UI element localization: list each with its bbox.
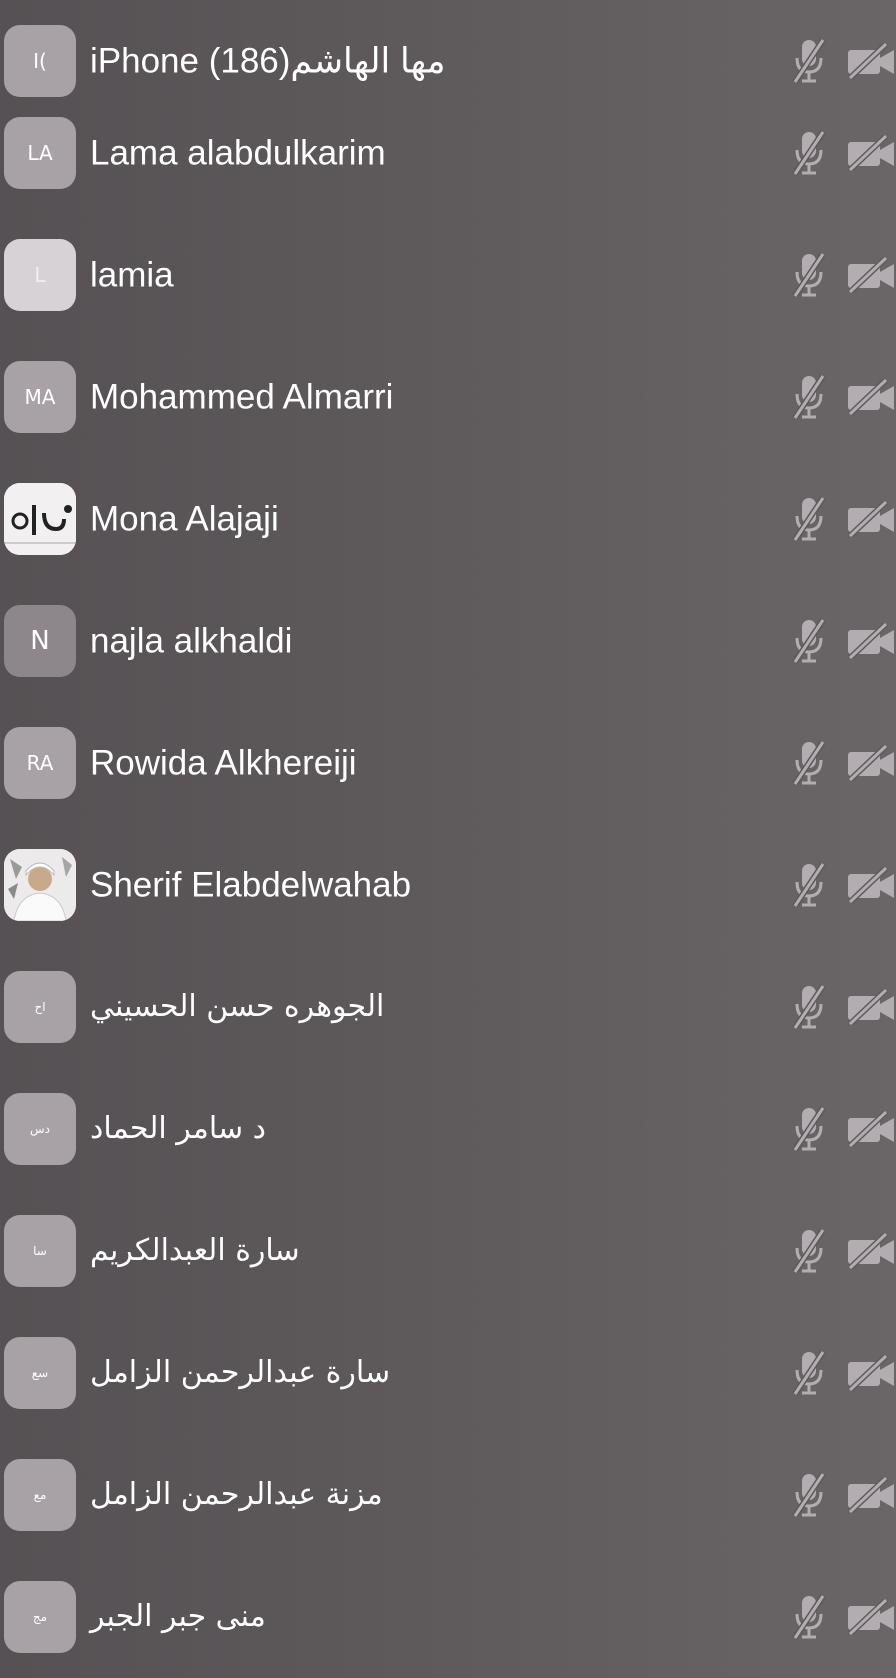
avatar-initials: سع bbox=[31, 1366, 49, 1380]
avatar-initials: LA bbox=[27, 141, 53, 165]
video-off-icon[interactable] bbox=[846, 1477, 896, 1513]
video-off-icon[interactable] bbox=[846, 1599, 896, 1635]
video-off-icon[interactable] bbox=[846, 1355, 896, 1391]
muted-microphone-icon[interactable] bbox=[792, 861, 826, 909]
participant-row[interactable]: N najla alkhaldi bbox=[0, 580, 896, 702]
avatar: MA bbox=[4, 361, 76, 433]
participants-list: I( iPhone (186)مها الهاشم LA Lama alabdu… bbox=[0, 0, 896, 1657]
participant-name: منى جبر الجبر bbox=[90, 1599, 266, 1634]
avatar-initials: RA bbox=[26, 751, 54, 775]
participant-name: iPhone (186)مها الهاشم bbox=[90, 41, 446, 81]
participant-row[interactable]: MA Mohammed Almarri bbox=[0, 336, 896, 458]
video-off-icon[interactable] bbox=[846, 989, 896, 1025]
participant-row[interactable]: سع سارة عبدالرحمن الزامل bbox=[0, 1312, 896, 1434]
avatar bbox=[4, 483, 76, 555]
participant-row[interactable]: Sherif Elabdelwahab bbox=[0, 824, 896, 946]
video-off-icon[interactable] bbox=[846, 623, 896, 659]
video-off-icon[interactable] bbox=[846, 1111, 896, 1147]
avatar: دس bbox=[4, 1093, 76, 1165]
avatar-initials: N bbox=[30, 626, 50, 656]
avatar: مج bbox=[4, 1581, 76, 1653]
participant-name: د سامر الحماد bbox=[90, 1111, 267, 1146]
participant-row[interactable]: دس د سامر الحماد bbox=[0, 1068, 896, 1190]
muted-microphone-icon[interactable] bbox=[792, 983, 826, 1031]
avatar: I( bbox=[4, 25, 76, 97]
video-off-icon[interactable] bbox=[846, 379, 896, 415]
muted-microphone-icon[interactable] bbox=[792, 1593, 826, 1641]
logo-avatar-image bbox=[4, 483, 76, 555]
avatar: LA bbox=[4, 117, 76, 189]
participant-name: Mohammed Almarri bbox=[90, 377, 394, 417]
participant-row[interactable]: L lamia bbox=[0, 214, 896, 336]
participant-name: سارة العبدالكريم bbox=[90, 1233, 300, 1268]
person-avatar-image bbox=[4, 849, 76, 921]
participant-row[interactable]: Mona Alajaji bbox=[0, 458, 896, 580]
avatar: RA bbox=[4, 727, 76, 799]
participant-name: najla alkhaldi bbox=[90, 621, 293, 661]
avatar: اح bbox=[4, 971, 76, 1043]
avatar: سا bbox=[4, 1215, 76, 1287]
avatar-initials: سا bbox=[33, 1244, 47, 1258]
video-off-icon[interactable] bbox=[846, 501, 896, 537]
participant-row[interactable]: LA Lama alabdulkarim bbox=[0, 92, 896, 214]
avatar: N bbox=[4, 605, 76, 677]
muted-microphone-icon[interactable] bbox=[792, 495, 826, 543]
video-off-icon[interactable] bbox=[846, 745, 896, 781]
participant-row[interactable]: سا سارة العبدالكريم bbox=[0, 1190, 896, 1312]
avatar-initials: دس bbox=[30, 1122, 50, 1136]
participant-row[interactable]: مع مزنة عبدالرحمن الزامل bbox=[0, 1434, 896, 1556]
muted-microphone-icon[interactable] bbox=[792, 1227, 826, 1275]
avatar: L bbox=[4, 239, 76, 311]
participant-name: مزنة عبدالرحمن الزامل bbox=[90, 1477, 383, 1512]
muted-microphone-icon[interactable] bbox=[792, 739, 826, 787]
avatar-initials: مع bbox=[33, 1488, 47, 1502]
video-off-icon[interactable] bbox=[846, 135, 896, 171]
muted-microphone-icon[interactable] bbox=[792, 617, 826, 665]
avatar: سع bbox=[4, 1337, 76, 1409]
muted-microphone-icon[interactable] bbox=[792, 1105, 826, 1153]
participant-name: lamia bbox=[90, 255, 174, 295]
avatar bbox=[4, 849, 76, 921]
participant-name: Lama alabdulkarim bbox=[90, 133, 386, 173]
participant-row[interactable]: اح الجوهره حسن الحسيني bbox=[0, 946, 896, 1068]
participant-name: Mona Alajaji bbox=[90, 499, 279, 539]
muted-microphone-icon[interactable] bbox=[792, 129, 826, 177]
participant-row[interactable]: مج منى جبر الجبر bbox=[0, 1556, 896, 1678]
video-off-icon[interactable] bbox=[846, 867, 896, 903]
muted-microphone-icon[interactable] bbox=[792, 37, 826, 85]
muted-microphone-icon[interactable] bbox=[792, 373, 826, 421]
video-off-icon[interactable] bbox=[846, 1233, 896, 1269]
participant-name: سارة عبدالرحمن الزامل bbox=[90, 1355, 391, 1390]
muted-microphone-icon[interactable] bbox=[792, 1471, 826, 1519]
participant-name: Rowida Alkhereiji bbox=[90, 743, 357, 783]
video-off-icon[interactable] bbox=[846, 43, 896, 79]
avatar-initials: I( bbox=[33, 49, 47, 73]
avatar-initials: اح bbox=[34, 1000, 46, 1014]
participant-name: Sherif Elabdelwahab bbox=[90, 865, 412, 905]
participant-row[interactable]: RA Rowida Alkhereiji bbox=[0, 702, 896, 824]
video-off-icon[interactable] bbox=[846, 257, 896, 293]
avatar-initials: L bbox=[34, 263, 46, 287]
participant-name: الجوهره حسن الحسيني bbox=[90, 989, 385, 1024]
muted-microphone-icon[interactable] bbox=[792, 251, 826, 299]
avatar-initials: MA bbox=[24, 385, 56, 409]
avatar: مع bbox=[4, 1459, 76, 1531]
muted-microphone-icon[interactable] bbox=[792, 1349, 826, 1397]
avatar-initials: مج bbox=[32, 1610, 48, 1624]
